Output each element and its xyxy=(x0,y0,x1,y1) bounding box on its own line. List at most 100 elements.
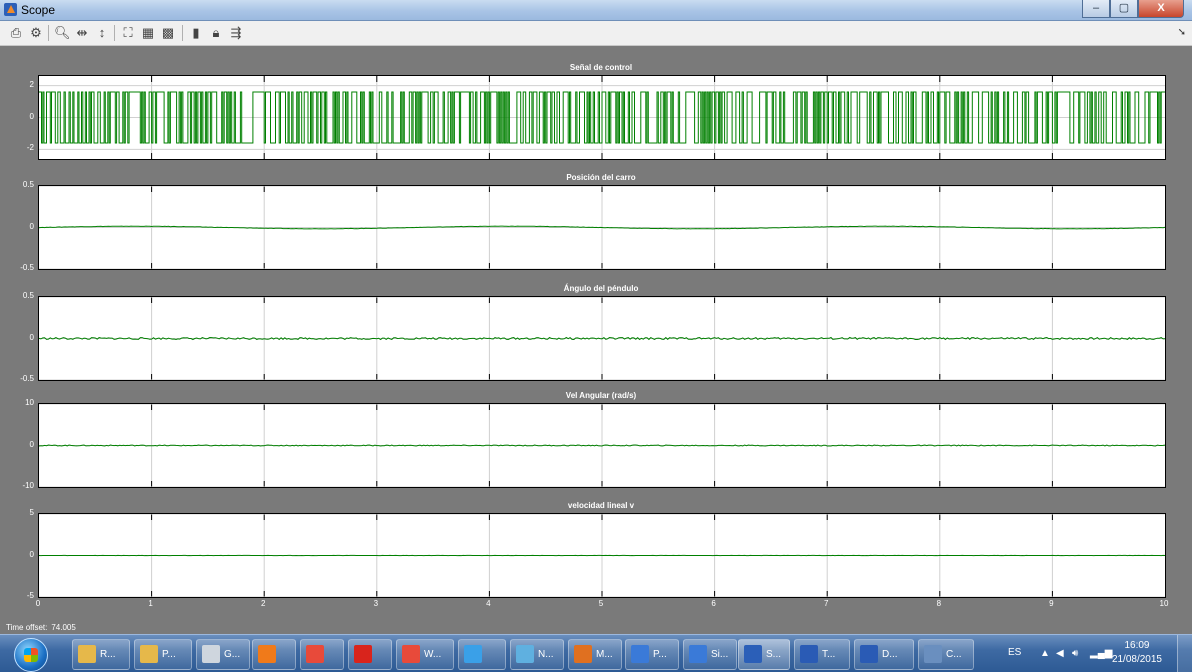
x-tick-label: 8 xyxy=(929,599,949,608)
scope-plot-svg xyxy=(39,76,1165,159)
plot-title: velocidad lineal v xyxy=(38,501,1164,510)
x-tick-label: 0 xyxy=(28,599,48,608)
y-tick-label: 0.5 xyxy=(0,180,34,189)
x-tick-label: 3 xyxy=(366,599,386,608)
scope-axes[interactable] xyxy=(38,75,1166,160)
x-tick-label: 4 xyxy=(478,599,498,608)
taskbar-item[interactable] xyxy=(458,639,506,670)
flag-icon[interactable]: ◀ xyxy=(1056,648,1064,659)
show-hidden-icons-icon[interactable]: ▲ xyxy=(1040,648,1050,659)
y-tick-label: -0.5 xyxy=(0,374,34,383)
zoom-x-icon[interactable]: ⇹ xyxy=(74,25,90,41)
parameters-icon[interactable]: ⚙ xyxy=(28,25,44,41)
plot-title: Posición del carro xyxy=(38,173,1164,182)
word-icon xyxy=(800,645,818,663)
minimize-button[interactable]: – xyxy=(1082,0,1110,18)
toolbar-separator xyxy=(114,25,115,41)
floating-scope-icon[interactable]: ▮ xyxy=(188,25,204,41)
zoom-icon[interactable]: 🔍︎ xyxy=(54,25,70,41)
x-tick-label: 5 xyxy=(591,599,611,608)
clock[interactable]: 16:09 21/08/2015 xyxy=(1112,639,1162,667)
taskbar-item[interactable]: P... xyxy=(134,639,192,670)
chrome-icon xyxy=(306,645,324,663)
taskbar-item[interactable]: S... xyxy=(738,639,790,670)
taskbar-item[interactable]: W... xyxy=(396,639,454,670)
taskbar-item-label: P... xyxy=(653,649,667,660)
taskbar-item[interactable]: Si... xyxy=(683,639,737,670)
y-tick-label: 10 xyxy=(0,398,34,407)
system-tray: ES ▲ ◀ 🔊︎ ▂▄▆ 16:09 21/08/2015 xyxy=(992,635,1192,672)
signal-icon[interactable]: ▂▄▆ xyxy=(1090,648,1112,659)
scope-plot-svg xyxy=(39,514,1165,597)
taskbar-item[interactable] xyxy=(300,639,344,670)
drive-icon xyxy=(202,645,220,663)
scope-axes[interactable] xyxy=(38,403,1166,488)
taskbar-item-label: G... xyxy=(224,649,240,660)
toolbar-separator xyxy=(182,25,183,41)
show-desktop-button[interactable] xyxy=(1177,635,1192,672)
calculator-icon xyxy=(924,645,942,663)
taskbar-item[interactable]: C... xyxy=(918,639,974,670)
matlab-icon xyxy=(574,645,592,663)
y-tick-label: -10 xyxy=(0,481,34,490)
taskbar-item[interactable] xyxy=(252,639,296,670)
signal-trace xyxy=(39,92,1165,143)
presentation-icon xyxy=(631,645,649,663)
x-tick-label: 1 xyxy=(141,599,161,608)
signal-selection-icon[interactable]: ⇶ xyxy=(228,25,244,41)
start-button[interactable] xyxy=(14,638,48,672)
plot-title: Vel Angular (rad/s) xyxy=(38,391,1164,400)
taskbar-item-label: N... xyxy=(538,649,554,660)
restore-axes-icon[interactable]: ▩ xyxy=(160,25,176,41)
taskbar-item-label: R... xyxy=(100,649,116,660)
taskbar-item-label: S... xyxy=(766,649,781,660)
y-tick-label: 0 xyxy=(0,333,34,342)
taskbar-item[interactable]: T... xyxy=(794,639,850,670)
folder-icon xyxy=(140,645,158,663)
taskbar-item[interactable]: D... xyxy=(854,639,914,670)
toolbar-overflow-icon[interactable]: ➘ xyxy=(1178,27,1186,38)
ie-icon xyxy=(464,645,482,663)
x-tick-label: 6 xyxy=(704,599,724,608)
print-icon[interactable]: ⎙ xyxy=(8,25,24,41)
taskbar-item[interactable]: N... xyxy=(510,639,564,670)
autoscale-icon[interactable]: ⛶ xyxy=(120,25,136,41)
time-offset: Time offset:74.005 xyxy=(6,623,76,632)
lock-axes-icon[interactable]: 🔒︎ xyxy=(208,25,224,41)
taskbar-item[interactable]: G... xyxy=(196,639,250,670)
x-tick-label: 10 xyxy=(1154,599,1174,608)
folder-icon xyxy=(78,645,96,663)
volume-icon[interactable]: 🔊︎ xyxy=(1072,648,1078,659)
taskbar-item-label: P... xyxy=(162,649,176,660)
maximize-button[interactable]: ▢ xyxy=(1110,0,1138,18)
media-player-icon xyxy=(258,645,276,663)
taskbar-item-label: D... xyxy=(882,649,898,660)
taskbar-item[interactable] xyxy=(348,639,392,670)
save-axes-icon[interactable]: ▦ xyxy=(140,25,156,41)
scope-icon xyxy=(744,645,762,663)
scope-toolbar: ⎙ ⚙ 🔍︎ ⇹ ↕ ⛶ ▦ ▩ ▮ 🔒︎ ⇶ ➘ xyxy=(0,21,1192,46)
clock-time: 16:09 xyxy=(1112,639,1162,653)
plot-title: Señal de control xyxy=(38,63,1164,72)
zoom-y-icon[interactable]: ↕ xyxy=(94,25,110,41)
scope-axes[interactable] xyxy=(38,513,1166,598)
y-tick-label: -0.5 xyxy=(0,263,34,272)
scope-plot-svg xyxy=(39,186,1165,269)
clock-date: 21/08/2015 xyxy=(1112,653,1162,667)
close-button[interactable]: X xyxy=(1138,0,1184,18)
taskbar-item[interactable]: R... xyxy=(72,639,130,670)
title-bar: Scope – ▢ X xyxy=(0,0,1192,21)
scope-axes[interactable] xyxy=(38,185,1166,270)
acrobat-icon xyxy=(354,645,372,663)
language-indicator[interactable]: ES xyxy=(1008,647,1021,658)
chrome-window-icon xyxy=(402,645,420,663)
word-icon xyxy=(860,645,878,663)
taskbar-item[interactable]: M... xyxy=(568,639,622,670)
taskbar-item[interactable]: P... xyxy=(625,639,679,670)
y-tick-label: -2 xyxy=(0,143,34,152)
scope-axes[interactable] xyxy=(38,296,1166,381)
network-icon xyxy=(516,645,534,663)
scope-display: Time offset:74.005 Señal de control20-2P… xyxy=(0,46,1192,634)
x-tick-label: 9 xyxy=(1041,599,1061,608)
simulink-icon xyxy=(689,645,707,663)
